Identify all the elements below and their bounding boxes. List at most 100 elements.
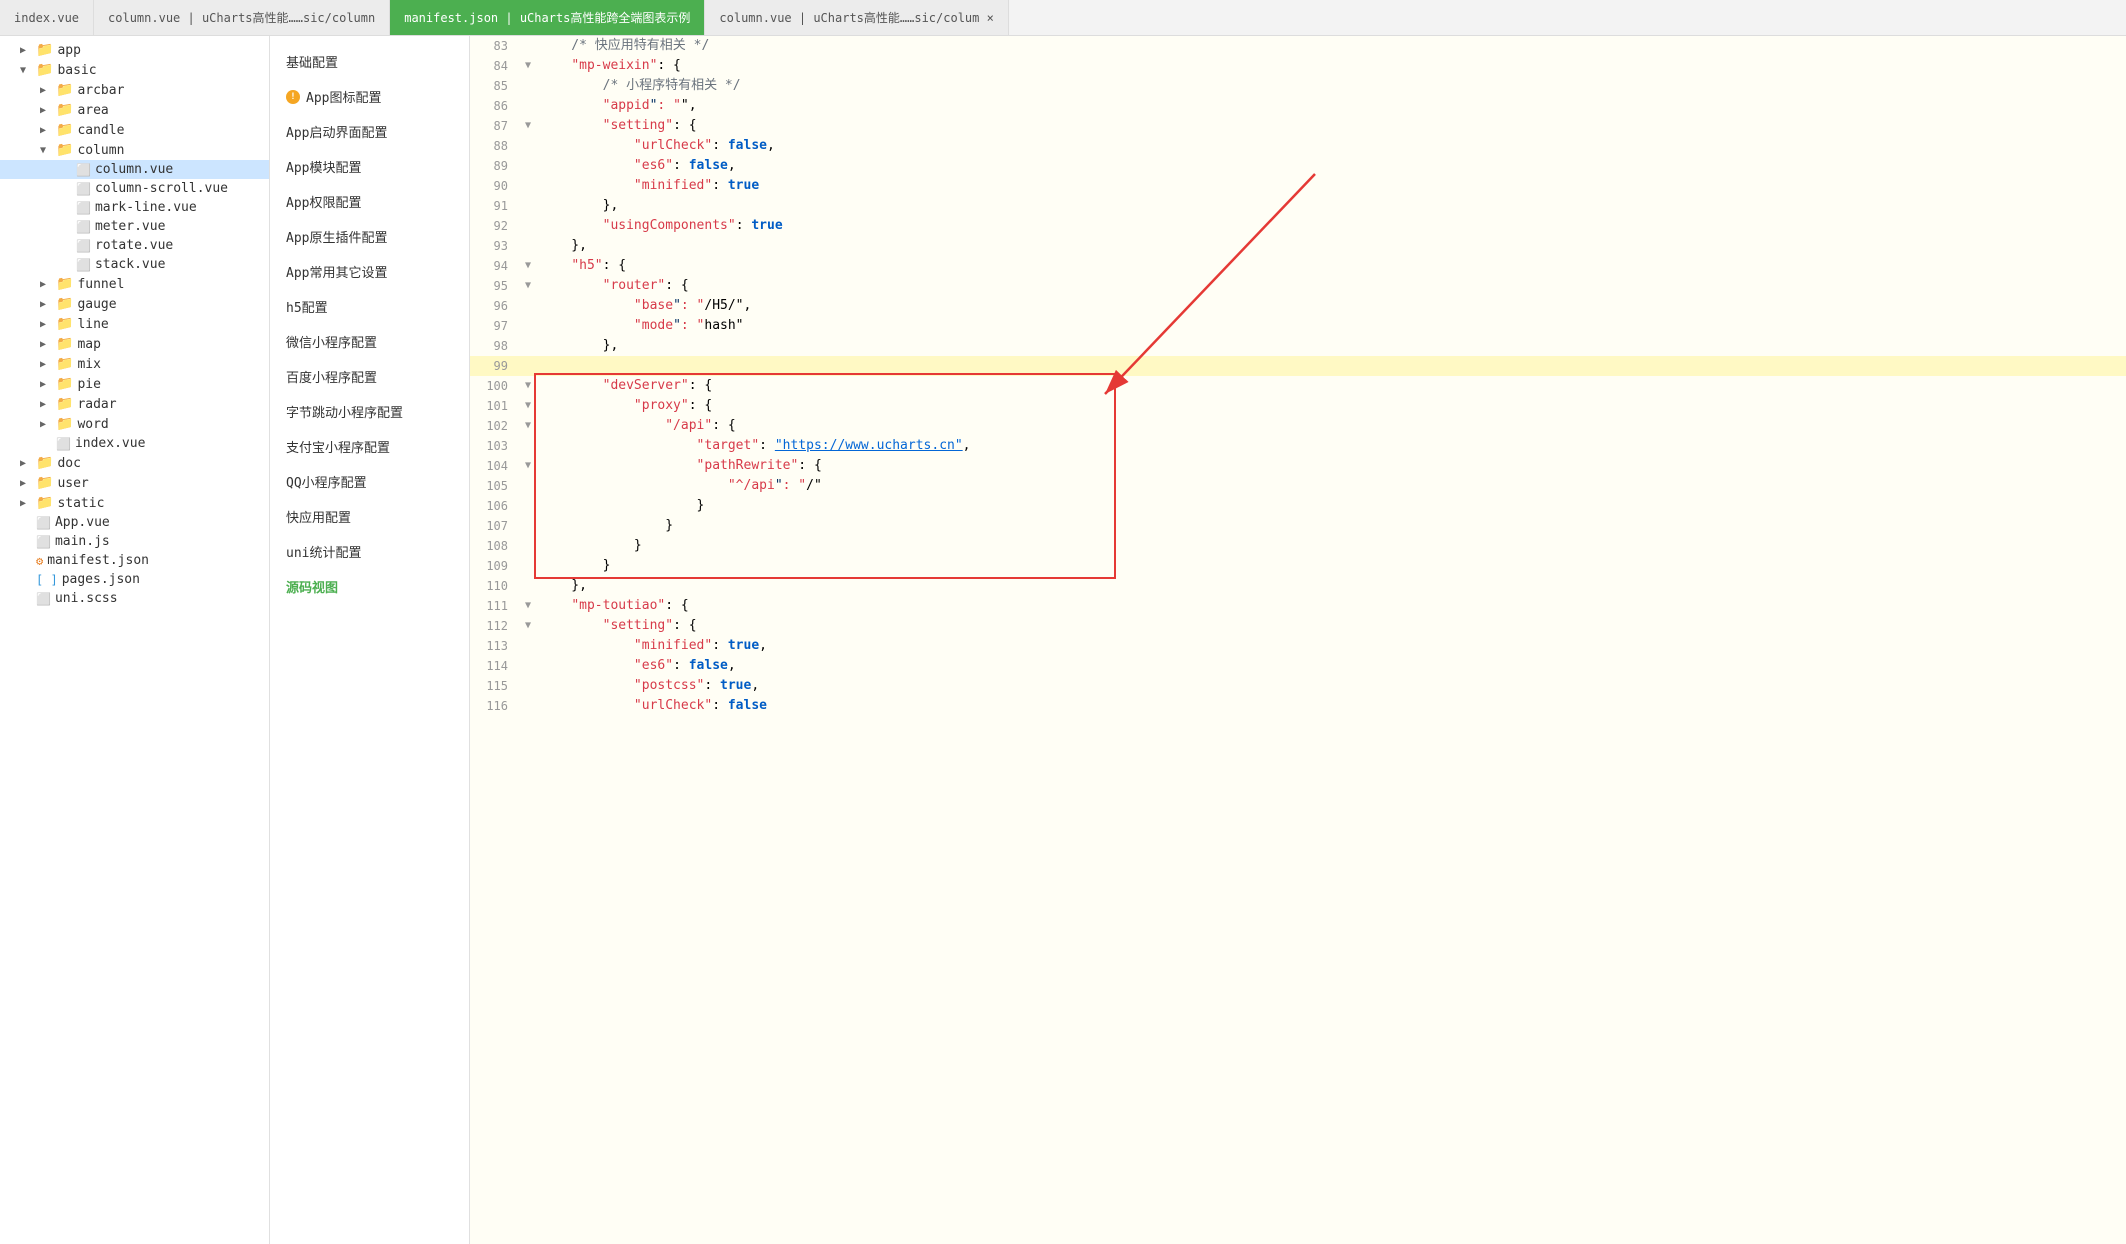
line-content: "devServer": {	[536, 376, 2126, 396]
sidebar-item-mix[interactable]: ▶ 📁 mix	[0, 354, 269, 374]
sidebar-item-line[interactable]: ▶ 📁 line	[0, 314, 269, 334]
sidebar-item-map[interactable]: ▶ 📁 map	[0, 334, 269, 354]
config-alipay[interactable]: 支付宝小程序配置	[270, 429, 469, 464]
line-content: "urlCheck": false	[536, 696, 2126, 716]
sidebar-item-user[interactable]: ▶ 📁 user	[0, 473, 269, 493]
editor-line-93: 93 },	[470, 236, 2126, 256]
sidebar-item-uni-scss[interactable]: ⬜ uni.scss	[0, 589, 269, 608]
vue-file-icon: ⬜	[76, 201, 91, 215]
collapse-arrow: ▶	[20, 458, 36, 469]
json-file-icon: ⚙	[36, 554, 43, 568]
sidebar-item-basic[interactable]: ▼ 📁 basic	[0, 60, 269, 80]
fold-button[interactable]: ▼	[520, 396, 536, 416]
sidebar-item-mark-line[interactable]: ⬜ mark-line.vue	[0, 198, 269, 217]
config-app-icon[interactable]: ! App图标配置	[270, 79, 469, 114]
config-source-view[interactable]: 源码视图	[270, 569, 469, 604]
folder-icon: 📁	[56, 122, 73, 138]
fold-button[interactable]: ▼	[520, 416, 536, 436]
sidebar-item-app-vue[interactable]: ⬜ App.vue	[0, 513, 269, 532]
config-qq[interactable]: QQ小程序配置	[270, 464, 469, 499]
sidebar-item-stack[interactable]: ⬜ stack.vue	[0, 255, 269, 274]
collapse-arrow: ▶	[40, 339, 56, 350]
sidebar-item-area[interactable]: ▶ 📁 area	[0, 100, 269, 120]
config-app-permission[interactable]: App权限配置	[270, 184, 469, 219]
config-label: App启动界面配置	[286, 126, 387, 141]
line-number: 91	[470, 196, 520, 216]
config-app-other[interactable]: App常用其它设置	[270, 254, 469, 289]
collapse-arrow: ▼	[40, 145, 56, 156]
sidebar-item-pages-json[interactable]: [ ] pages.json	[0, 570, 269, 589]
fold-button[interactable]: ▼	[520, 376, 536, 396]
config-app-module[interactable]: App模块配置	[270, 149, 469, 184]
fold-button[interactable]: ▼	[520, 616, 536, 636]
tab-index-vue[interactable]: index.vue	[0, 0, 94, 35]
fold-button[interactable]: ▼	[520, 116, 536, 136]
fold-button[interactable]: ▼	[520, 256, 536, 276]
config-app-launch[interactable]: App启动界面配置	[270, 114, 469, 149]
fold-button[interactable]: ▼	[520, 56, 536, 76]
config-label: 字节跳动小程序配置	[286, 406, 403, 421]
sidebar-item-column-scroll[interactable]: ⬜ column-scroll.vue	[0, 179, 269, 198]
config-h5[interactable]: h5配置	[270, 289, 469, 324]
editor-line-88: 88 "urlCheck": false,	[470, 136, 2126, 156]
config-app-plugin[interactable]: App原生插件配置	[270, 219, 469, 254]
sidebar-item-candle[interactable]: ▶ 📁 candle	[0, 120, 269, 140]
sidebar-item-column[interactable]: ▼ 📁 column	[0, 140, 269, 160]
sidebar-item-label: App.vue	[55, 515, 110, 530]
editor-wrapper: 83 /* 快应用特有相关 */84▼ "mp-weixin": {85 /* …	[470, 36, 2126, 1244]
sidebar-item-main-js[interactable]: ⬜ main.js	[0, 532, 269, 551]
sidebar-item-column-vue[interactable]: ⬜ column.vue	[0, 160, 269, 179]
sidebar-item-word[interactable]: ▶ 📁 word	[0, 414, 269, 434]
sidebar-item-label: column-scroll.vue	[95, 181, 228, 196]
config-basic[interactable]: 基础配置	[270, 44, 469, 79]
sidebar-item-static[interactable]: ▶ 📁 static	[0, 493, 269, 513]
line-number: 90	[470, 176, 520, 196]
line-number: 84	[470, 56, 520, 76]
line-content: "setting": {	[536, 116, 2126, 136]
sidebar-item-pie[interactable]: ▶ 📁 pie	[0, 374, 269, 394]
config-label: App权限配置	[286, 196, 361, 211]
tab-manifest-json[interactable]: manifest.json | uCharts高性能跨全端图表示例	[390, 0, 705, 35]
line-content: },	[536, 196, 2126, 216]
config-weixin[interactable]: 微信小程序配置	[270, 324, 469, 359]
collapse-arrow: ▶	[20, 498, 36, 509]
sidebar-item-arcbar[interactable]: ▶ 📁 arcbar	[0, 80, 269, 100]
editor-line-110: 110 },	[470, 576, 2126, 596]
config-uni-stats[interactable]: uni统计配置	[270, 534, 469, 569]
tab-label: index.vue	[14, 11, 79, 25]
config-label: App图标配置	[306, 87, 381, 106]
vue-file-icon: ⬜	[76, 182, 91, 196]
vue-file-icon: ⬜	[76, 239, 91, 253]
line-number: 112	[470, 616, 520, 636]
editor-line-105: 105 "^/api": "/"	[470, 476, 2126, 496]
sidebar-item-label: pie	[77, 377, 100, 392]
sidebar-item-rotate[interactable]: ⬜ rotate.vue	[0, 236, 269, 255]
tab-column-vue2[interactable]: column.vue | uCharts高性能……sic/colum ×	[705, 0, 1008, 35]
line-number: 101	[470, 396, 520, 416]
line-number: 97	[470, 316, 520, 336]
sidebar-item-radar[interactable]: ▶ 📁 radar	[0, 394, 269, 414]
fold-button[interactable]: ▼	[520, 276, 536, 296]
sidebar-item-manifest-json[interactable]: ⚙ manifest.json	[0, 551, 269, 570]
sidebar-item-funnel[interactable]: ▶ 📁 funnel	[0, 274, 269, 294]
warning-icon: !	[286, 90, 300, 104]
collapse-arrow: ▶	[40, 125, 56, 136]
sidebar-item-label: funnel	[77, 277, 124, 292]
sidebar-item-doc[interactable]: ▶ 📁 doc	[0, 453, 269, 473]
sidebar-item-app[interactable]: ▶ 📁 app	[0, 40, 269, 60]
config-bytedance[interactable]: 字节跳动小程序配置	[270, 394, 469, 429]
tab-label: column.vue | uCharts高性能……sic/colum ×	[719, 9, 993, 26]
tab-column-vue[interactable]: column.vue | uCharts高性能……sic/column	[94, 0, 390, 35]
editor-line-94: 94▼ "h5": {	[470, 256, 2126, 276]
sidebar-item-meter[interactable]: ⬜ meter.vue	[0, 217, 269, 236]
config-label: QQ小程序配置	[286, 476, 367, 491]
config-quick-app[interactable]: 快应用配置	[270, 499, 469, 534]
editor-line-98: 98 },	[470, 336, 2126, 356]
config-baidu[interactable]: 百度小程序配置	[270, 359, 469, 394]
sidebar-item-index-vue[interactable]: ⬜ index.vue	[0, 434, 269, 453]
fold-button[interactable]: ▼	[520, 456, 536, 476]
sidebar-item-label: gauge	[77, 297, 116, 312]
fold-button[interactable]: ▼	[520, 596, 536, 616]
sidebar-item-gauge[interactable]: ▶ 📁 gauge	[0, 294, 269, 314]
config-panel: 基础配置 ! App图标配置 App启动界面配置 App模块配置 App权限配置…	[270, 36, 470, 1244]
